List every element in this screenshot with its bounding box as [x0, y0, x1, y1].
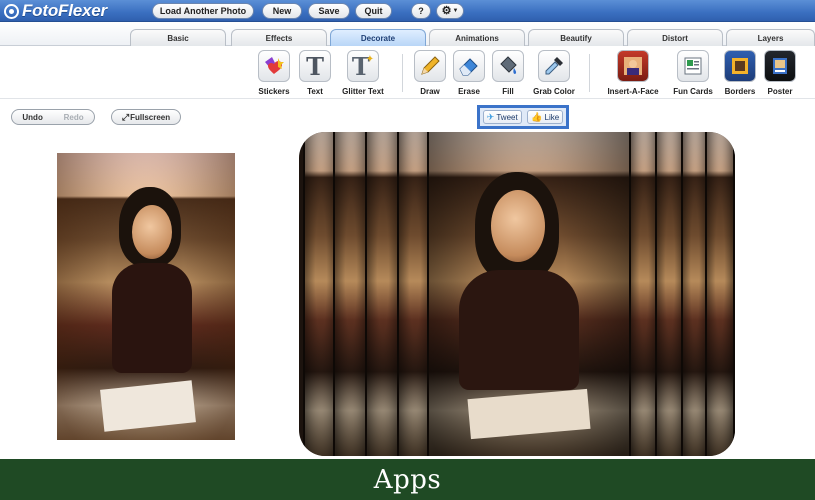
- camera-icon: [4, 3, 19, 19]
- fun-cards-icon: [677, 50, 709, 82]
- banner-title: Apps: [373, 464, 442, 495]
- category-tabs: Basic Effects Decorate Animations Beauti…: [0, 22, 815, 46]
- tab-decorate[interactable]: Decorate: [330, 29, 426, 46]
- social-share-box: ✈ Tweet 👍 Like: [477, 105, 569, 129]
- photo-subject-body: [112, 263, 192, 373]
- app-title: FotoFlexer: [22, 1, 107, 20]
- poster-label: Poster: [767, 87, 793, 96]
- poster-tool[interactable]: Poster: [752, 50, 808, 98]
- glitter-text-label: Glitter Text: [342, 87, 384, 96]
- new-button[interactable]: New: [262, 3, 302, 19]
- eyedropper-icon: [538, 50, 570, 82]
- redo-button[interactable]: Redo: [64, 113, 84, 122]
- tab-layers[interactable]: Layers: [726, 29, 815, 46]
- fullscreen-label: Fullscreen: [130, 112, 171, 122]
- fullscreen-icon: ⤢: [121, 111, 130, 122]
- text-icon: T: [299, 50, 331, 82]
- original-photo: [57, 153, 235, 440]
- photo-slice-center: [427, 132, 633, 456]
- apps-banner: Apps: [0, 459, 815, 500]
- photo-paper: [100, 380, 196, 432]
- glitter-text-tool[interactable]: T ✦ Glitter Text: [335, 50, 391, 98]
- photo-slice: [365, 132, 401, 456]
- help-button[interactable]: ?: [411, 3, 431, 19]
- tweet-button[interactable]: ✈ Tweet: [482, 110, 522, 124]
- quit-button[interactable]: Quit: [355, 3, 392, 19]
- logo: FotoFlexer: [4, 1, 107, 21]
- tab-animations[interactable]: Animations: [429, 29, 525, 46]
- settings-button[interactable]: ⚙ ▼: [436, 3, 464, 19]
- load-another-photo-button[interactable]: Load Another Photo: [152, 3, 254, 19]
- edited-photo-canvas[interactable]: [299, 132, 735, 456]
- top-bar: FotoFlexer Load Another Photo New Save Q…: [0, 0, 815, 22]
- tab-distort[interactable]: Distort: [627, 29, 723, 46]
- twitter-bird-icon: ✈: [486, 111, 495, 122]
- decorate-toolbar: Stickers T Text T ✦ Glitter Text Draw Era…: [0, 46, 815, 99]
- thumbs-up-icon: 👍: [531, 111, 543, 122]
- tweet-label: Tweet: [496, 112, 518, 122]
- fotoflexer-app: FotoFlexer Load Another Photo New Save Q…: [0, 0, 815, 500]
- photo-subject-face: [491, 190, 545, 262]
- undo-button[interactable]: Undo: [22, 113, 42, 122]
- gear-icon: ⚙: [441, 4, 452, 17]
- photo-paper: [467, 388, 591, 440]
- grab-color-label: Grab Color: [533, 87, 575, 96]
- tab-basic[interactable]: Basic: [130, 29, 226, 46]
- stickers-icon: [258, 50, 290, 82]
- save-button[interactable]: Save: [308, 3, 350, 19]
- tab-effects[interactable]: Effects: [231, 29, 327, 46]
- photo-slice: [333, 132, 369, 456]
- photo-slice: [705, 132, 735, 456]
- paint-bucket-icon: [492, 50, 524, 82]
- insert-face-icon: [617, 50, 649, 82]
- like-button[interactable]: 👍 Like: [527, 110, 564, 124]
- like-label: Like: [544, 112, 560, 122]
- insert-a-face-tool[interactable]: Insert-A-Face: [605, 50, 661, 98]
- toolbar-divider: [589, 54, 590, 92]
- photo-subject-body: [459, 270, 579, 390]
- chevron-down-icon: ▼: [452, 8, 459, 14]
- grab-color-tool[interactable]: Grab Color: [526, 50, 582, 98]
- poster-icon: [764, 50, 796, 82]
- undo-redo-group: Undo Redo: [11, 109, 95, 125]
- insert-a-face-label: Insert-A-Face: [607, 87, 659, 96]
- fullscreen-button[interactable]: ⤢ Fullscreen: [111, 109, 181, 125]
- photo-subject-face: [132, 205, 172, 259]
- tab-beautify[interactable]: Beautify: [528, 29, 624, 46]
- glitter-text-icon: T ✦: [347, 50, 379, 82]
